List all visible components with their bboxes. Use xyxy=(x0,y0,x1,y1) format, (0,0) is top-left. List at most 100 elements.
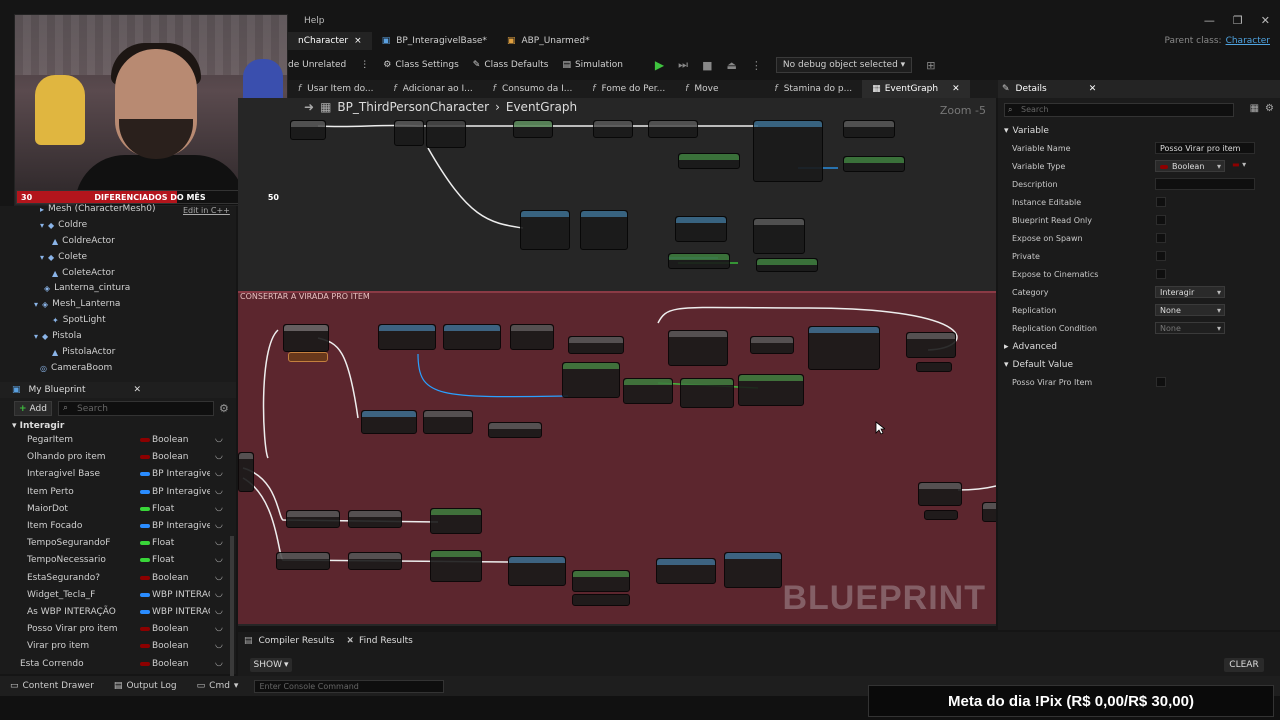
graph-node[interactable] xyxy=(572,594,630,606)
category-select[interactable]: Interagir ▾ xyxy=(1155,286,1225,298)
graph-node[interactable] xyxy=(348,510,402,528)
variable-category[interactable]: ▾ Interagir xyxy=(12,421,64,431)
private-checkbox[interactable] xyxy=(1156,251,1166,261)
graph-node[interactable] xyxy=(656,558,716,584)
details-search-input[interactable]: ⌕ Search xyxy=(1004,103,1234,117)
gear-icon[interactable]: ⚙ xyxy=(1265,103,1274,114)
graph-node[interactable] xyxy=(580,210,628,250)
minimize-icon[interactable]: — xyxy=(1204,14,1215,27)
expose-on-spawn-checkbox[interactable] xyxy=(1156,233,1166,243)
tab-usar-item[interactable]: f Usar Item do... xyxy=(288,80,384,98)
graph-node[interactable] xyxy=(918,482,962,506)
graph-node[interactable] xyxy=(753,218,805,254)
variable-row[interactable]: TempoNecessario Float ◡ xyxy=(0,552,236,569)
graph-node[interactable] xyxy=(276,552,330,570)
variable-row[interactable]: As WBP INTERAÇÃO WBP INTERAÇÃ ◡ xyxy=(0,604,236,621)
component-camera-boom[interactable]: ◎ CameraBoom xyxy=(40,363,112,373)
graph-node[interactable] xyxy=(430,508,482,534)
visibility-eye-icon[interactable]: ◡ xyxy=(215,640,223,650)
simulation-button[interactable]: ▤ Simulation xyxy=(562,60,622,70)
tab-abp-unarmed[interactable]: ▣ ABP_Unarmed* xyxy=(497,32,600,50)
maximize-icon[interactable]: ❐ xyxy=(1233,14,1243,27)
graph-node[interactable] xyxy=(288,352,328,362)
component-spotlight[interactable]: ✦ SpotLight xyxy=(52,315,106,325)
component-coldre-actor[interactable]: ▲ ColdreActor xyxy=(52,236,115,246)
variable-row[interactable]: TempoSegurandoF Float ◡ xyxy=(0,535,236,552)
visibility-eye-icon[interactable]: ◡ xyxy=(215,606,223,616)
tab-character[interactable]: nCharacter × xyxy=(288,32,372,50)
blueprint-read-only-checkbox[interactable] xyxy=(1156,215,1166,225)
close-tab-icon[interactable]: ✕ xyxy=(952,84,960,94)
graph-node[interactable] xyxy=(568,336,624,354)
show-button[interactable]: SHOW ▾ xyxy=(250,658,292,672)
tab-move[interactable]: f Move xyxy=(675,80,728,98)
content-drawer-button[interactable]: ▭ Content Drawer xyxy=(0,681,104,691)
graph-node[interactable] xyxy=(426,120,466,148)
component-coldre[interactable]: ▾ ◆ Coldre xyxy=(40,220,87,230)
graph-node[interactable] xyxy=(668,330,728,366)
visibility-eye-icon[interactable]: ◡ xyxy=(215,623,223,633)
stop-icon[interactable]: ■ xyxy=(702,59,712,72)
more-icon[interactable]: ⋮ xyxy=(360,60,369,70)
graph-node[interactable] xyxy=(394,120,424,146)
graph-node[interactable] xyxy=(668,253,730,269)
variable-row[interactable]: Interagivel Base BP Interagivel E ◡ xyxy=(0,466,236,483)
close-panel-icon[interactable]: ✕ xyxy=(134,385,142,395)
visibility-eye-icon[interactable]: ◡ xyxy=(215,468,223,478)
variable-row[interactable]: MaiorDot Float ◡ xyxy=(0,501,236,518)
play-icon[interactable]: ▶ xyxy=(655,58,664,72)
graph-node[interactable] xyxy=(675,216,727,242)
visibility-eye-icon[interactable]: ◡ xyxy=(215,503,223,513)
visibility-eye-icon[interactable]: ◡ xyxy=(215,537,223,547)
graph-node[interactable] xyxy=(738,374,804,406)
graph-node[interactable] xyxy=(572,570,630,592)
replication-select[interactable]: None ▾ xyxy=(1155,304,1225,316)
debug-filter-icon[interactable]: ⊞ xyxy=(926,59,935,72)
graph-node[interactable] xyxy=(623,378,673,404)
tab-event-graph[interactable]: ▦ EventGraph ✕ xyxy=(862,80,970,98)
graph-node[interactable] xyxy=(680,378,734,408)
graph-node[interactable] xyxy=(808,326,880,370)
tab-compiler-results[interactable]: ▤ Compiler Results ✕ xyxy=(244,636,354,646)
graph-node[interactable] xyxy=(724,552,782,588)
event-graph-canvas[interactable]: ➜ ▦ BP_ThirdPersonCharacter › EventGraph… xyxy=(238,98,996,626)
graph-node[interactable] xyxy=(361,410,417,434)
visibility-eye-icon[interactable]: ◡ xyxy=(215,520,223,530)
container-type-select[interactable]: ▬ ▾ xyxy=(1232,160,1246,169)
component-lanterna-cintura[interactable]: ◈ Lanterna_cintura xyxy=(44,283,130,293)
tab-interagivel-base[interactable]: ▣ BP_InteragivelBase* xyxy=(372,32,497,50)
variable-row[interactable]: PegarItem Boolean ◡ xyxy=(0,432,236,449)
graph-node[interactable] xyxy=(982,502,996,522)
visibility-eye-icon[interactable]: ◡ xyxy=(215,589,223,599)
graph-node[interactable] xyxy=(238,452,254,492)
instance-editable-checkbox[interactable] xyxy=(1156,197,1166,207)
section-default-value[interactable]: ▾ Default Value xyxy=(1004,360,1073,370)
cmd-select[interactable]: ▭ Cmd ▾ xyxy=(187,681,249,691)
component-mesh[interactable]: ▸ Mesh (CharacterMesh0) xyxy=(40,204,155,214)
component-colete-actor[interactable]: ▲ ColeteActor xyxy=(52,268,115,278)
section-variable[interactable]: ▾ Variable xyxy=(1004,126,1049,136)
default-value-checkbox[interactable] xyxy=(1156,377,1166,387)
graph-node[interactable] xyxy=(443,324,501,350)
graph-node[interactable] xyxy=(753,120,823,182)
close-window-icon[interactable]: ✕ xyxy=(1261,14,1270,27)
graph-node[interactable] xyxy=(348,552,402,570)
visibility-eye-icon[interactable]: ◡ xyxy=(215,486,223,496)
graph-node[interactable] xyxy=(756,258,818,272)
variable-row[interactable]: Item Focado BP Interagivel E ◡ xyxy=(0,518,236,535)
variable-row[interactable]: Widget_Tecla_F WBP INTERAÇÃ ◡ xyxy=(0,587,236,604)
variable-row[interactable]: Olhando pro item Boolean ◡ xyxy=(0,449,236,466)
variable-row[interactable]: Item Perto BP Interagivel E ◡ xyxy=(0,484,236,501)
variable-row[interactable]: EstaSegurando? Boolean ◡ xyxy=(0,570,236,587)
step-icon[interactable]: ⏭ xyxy=(678,58,688,72)
clear-button[interactable]: CLEAR xyxy=(1224,658,1264,672)
variable-name-field[interactable]: Posso Virar pro item xyxy=(1155,142,1255,154)
parent-class-link[interactable]: Character xyxy=(1226,36,1270,46)
output-log-button[interactable]: ▤ Output Log xyxy=(104,681,187,691)
eject-icon[interactable]: ⏏ xyxy=(726,59,736,72)
close-tab-icon[interactable]: × xyxy=(354,36,362,46)
component-mesh-lanterna[interactable]: ▾ ◈ Mesh_Lanterna xyxy=(34,299,120,309)
visibility-eye-icon[interactable]: ◡ xyxy=(215,572,223,582)
graph-node[interactable] xyxy=(510,324,554,350)
graph-node[interactable] xyxy=(513,120,553,138)
